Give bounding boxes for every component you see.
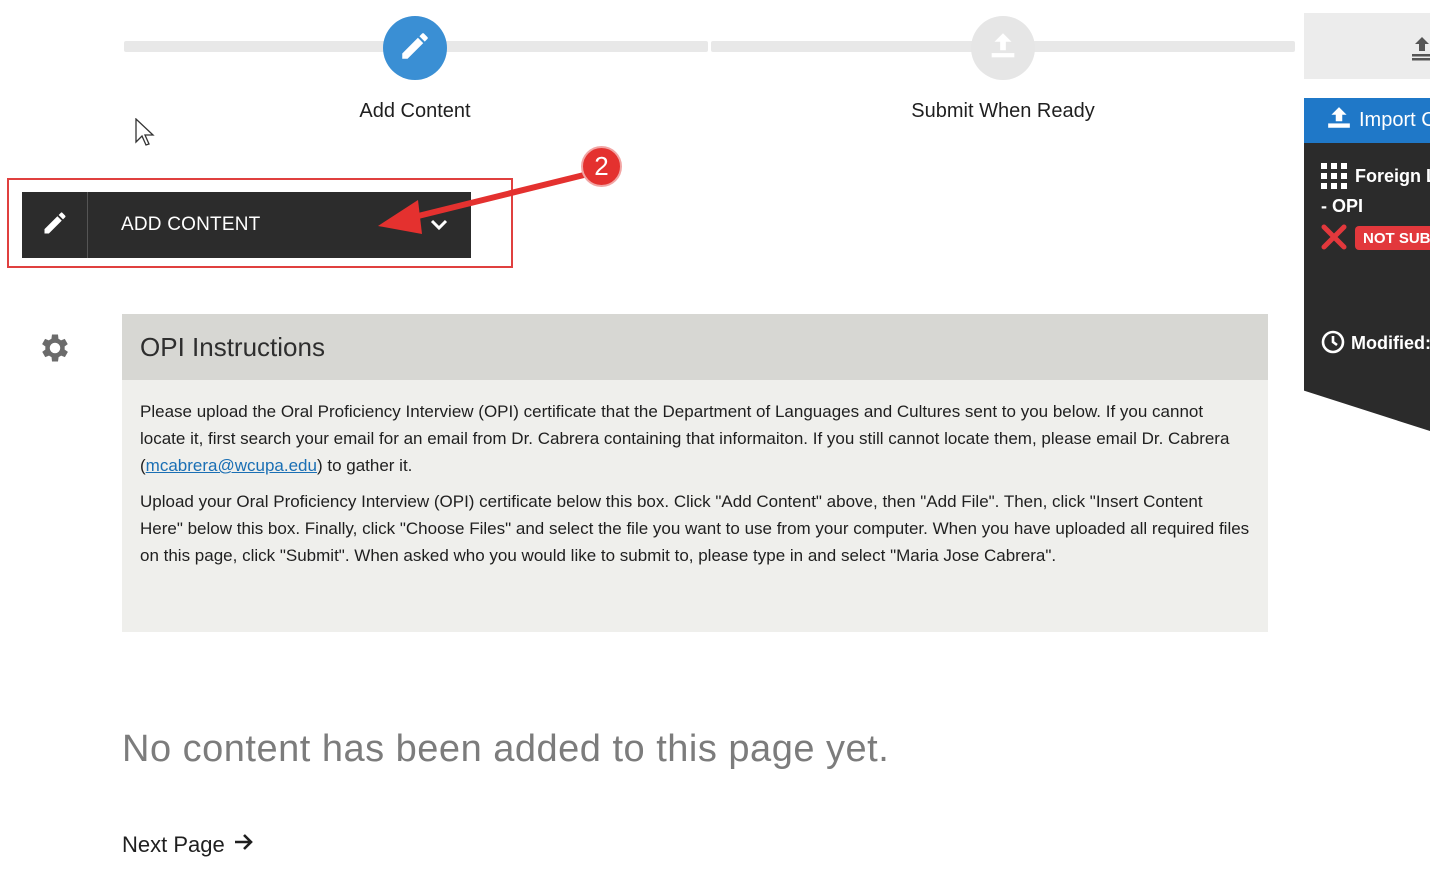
sidebar-modified-label: Modified: bbox=[1351, 333, 1430, 353]
step-submit-when-ready[interactable] bbox=[971, 16, 1035, 80]
instructions-title: OPI Instructions bbox=[122, 314, 1268, 380]
sidebar-item-title: Foreign L bbox=[1355, 166, 1430, 186]
step-add-content[interactable] bbox=[383, 16, 447, 80]
instructions-paragraph-2: Upload your Oral Proficiency Interview (… bbox=[140, 492, 1250, 565]
instructions-panel: OPI Instructions Please upload the Oral … bbox=[122, 314, 1268, 632]
email-link[interactable]: mcabrera@wcupa.edu bbox=[146, 456, 317, 475]
import-label: Import C bbox=[1359, 109, 1430, 131]
step-label-submit-when-ready: Submit When Ready bbox=[911, 100, 1095, 122]
upload-icon[interactable] bbox=[1410, 35, 1430, 66]
instructions-body: Please upload the Oral Proficiency Inter… bbox=[122, 380, 1268, 569]
clock-icon bbox=[1321, 330, 1345, 359]
arrow-right-icon bbox=[233, 832, 255, 858]
grid-icon bbox=[1321, 163, 1347, 194]
step-label-add-content: Add Content bbox=[359, 100, 471, 122]
sidebar-item-subtitle: - OPI bbox=[1321, 196, 1364, 216]
sidebar-top-panel bbox=[1304, 13, 1430, 79]
annotation-arrow-icon bbox=[378, 171, 591, 234]
instructions-paragraph-1: Please upload the Oral Proficiency Inter… bbox=[140, 398, 1250, 479]
next-page-label: Next Page bbox=[122, 832, 225, 857]
upload-icon bbox=[1325, 105, 1353, 137]
import-button[interactable]: Import C bbox=[1304, 98, 1430, 143]
add-content-icon-cell bbox=[22, 192, 88, 258]
close-icon bbox=[1321, 224, 1347, 255]
instructions-paragraph-1-tail: ) to gather it. bbox=[316, 456, 413, 475]
pencil-icon bbox=[398, 29, 432, 68]
next-page-link[interactable]: Next Page bbox=[122, 832, 255, 858]
status-badge: NOT SUB bbox=[1355, 226, 1430, 250]
pencil-icon bbox=[41, 209, 69, 242]
upload-icon bbox=[986, 29, 1020, 68]
mouse-cursor-icon bbox=[135, 117, 155, 153]
annotation-badge: 2 bbox=[581, 146, 622, 187]
gear-icon[interactable] bbox=[37, 330, 73, 371]
empty-content-message: No content has been added to this page y… bbox=[122, 728, 890, 770]
